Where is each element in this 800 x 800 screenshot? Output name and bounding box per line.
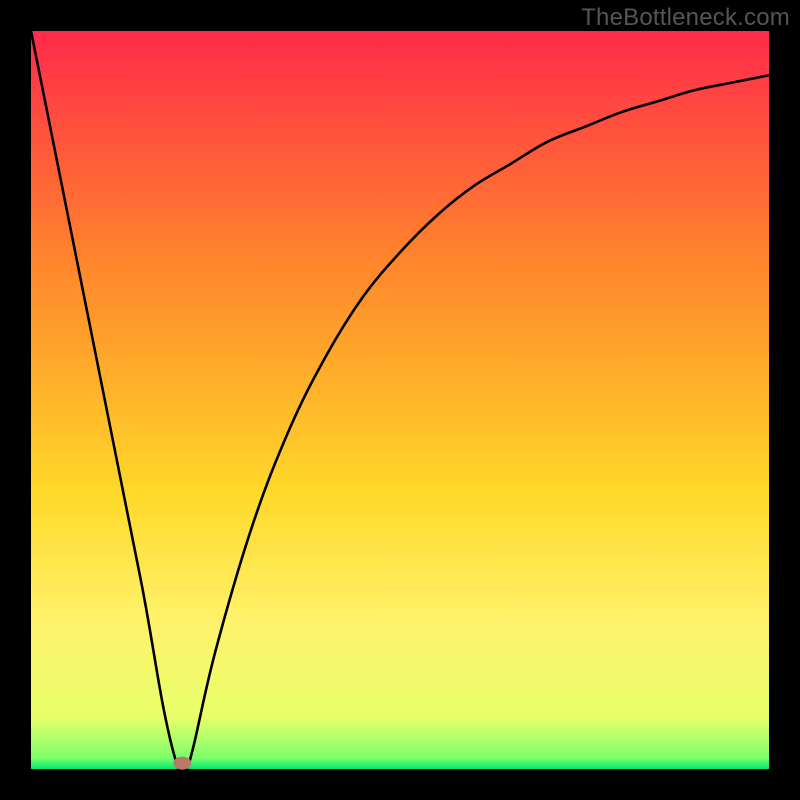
watermark-label: TheBottleneck.com: [581, 4, 790, 32]
minimum-marker: [173, 757, 191, 770]
chart-canvas: [0, 0, 800, 800]
bottleneck-chart: TheBottleneck.com: [0, 0, 800, 800]
plot-area: [31, 31, 769, 769]
